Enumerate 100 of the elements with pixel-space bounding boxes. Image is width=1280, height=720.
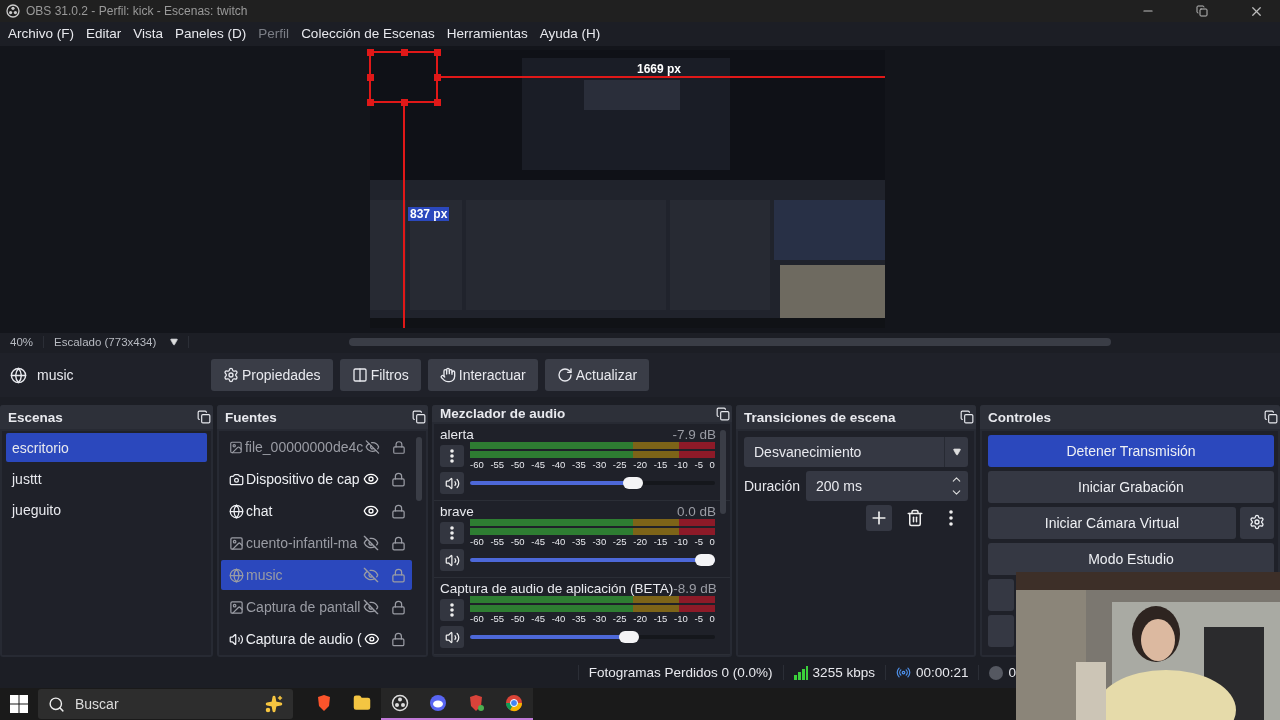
- scale-label: -55: [490, 613, 505, 625]
- search-field[interactable]: Buscar: [73, 695, 257, 713]
- volume-slider[interactable]: [470, 631, 715, 644]
- channel-menu-button[interactable]: [440, 445, 464, 468]
- taskbar-app[interactable]: [381, 688, 419, 720]
- scale-label: -5: [694, 536, 703, 548]
- source-name: Captura de audio (: [245, 631, 362, 648]
- scale-label: -45: [531, 536, 545, 548]
- undock-icon[interactable]: [197, 410, 211, 425]
- scrollbar[interactable]: [416, 437, 422, 502]
- source-name: Dispositivo de cap: [246, 471, 361, 488]
- add-button[interactable]: [866, 505, 892, 532]
- bitrate: 3255 kbps: [812, 665, 875, 681]
- control-button[interactable]: Modo Estudio: [988, 543, 1274, 576]
- channel-menu-button[interactable]: [440, 522, 464, 545]
- menu-item[interactable]: Archivo (F): [2, 26, 80, 42]
- source-item[interactable]: Captura de pantall: [221, 592, 412, 623]
- menu-item[interactable]: Vista: [127, 26, 170, 42]
- channel-name: Captura de audio de aplicación (BETA): [440, 581, 674, 597]
- eye-crossed-icon[interactable]: [363, 535, 379, 552]
- transition-dropdown[interactable]: Desvanecimiento: [744, 437, 968, 468]
- volume-reading: -8.9 dB: [673, 581, 717, 597]
- scale-label: 0: [709, 536, 715, 548]
- toolbar-button[interactable]: Filtros: [339, 359, 421, 392]
- scale-label: -35: [572, 536, 586, 548]
- gear-icon: [1249, 513, 1265, 530]
- source-name: cuento-infantil-ma: [246, 535, 359, 552]
- eye-crossed-icon[interactable]: [363, 599, 379, 616]
- slider-thumb[interactable]: [695, 554, 715, 567]
- caret-icon: [170, 337, 179, 346]
- scene-item[interactable]: escritorio: [6, 433, 207, 463]
- scale-label: -55: [490, 459, 505, 471]
- mute-button[interactable]: [440, 626, 464, 649]
- volume-slider[interactable]: [470, 477, 715, 490]
- image-icon: [229, 439, 243, 455]
- scrollbar[interactable]: [720, 430, 726, 515]
- source-item[interactable]: Dispositivo de cap: [221, 464, 412, 495]
- source-name: Captura de pantall: [246, 599, 361, 616]
- lock-icon[interactable]: [391, 631, 406, 647]
- menu-item[interactable]: Paneles (D): [169, 26, 253, 42]
- menu-item[interactable]: Colección de Escenas: [295, 26, 441, 42]
- slider-thumb[interactable]: [618, 631, 639, 644]
- control-button[interactable]: Detener Transmisión: [988, 435, 1274, 468]
- lock-icon[interactable]: [391, 471, 406, 487]
- control-button[interactable]: Iniciar Cámara Virtual: [988, 507, 1236, 540]
- scale-label: 0: [709, 613, 715, 625]
- scale-label: -35: [572, 459, 586, 471]
- windows-logo-icon[interactable]: [10, 695, 28, 713]
- settings-button[interactable]: [1240, 507, 1274, 540]
- lock-icon[interactable]: [391, 567, 406, 583]
- toolbar-button[interactable]: Interactuar: [427, 359, 538, 392]
- undock-icon[interactable]: [412, 410, 426, 425]
- source-item[interactable]: cuento-infantil-ma: [221, 528, 412, 559]
- duration-field[interactable]: 200 ms: [806, 471, 968, 502]
- lock-icon[interactable]: [391, 535, 406, 551]
- eye-crossed-icon[interactable]: [365, 439, 381, 456]
- scale-label: -50: [510, 613, 525, 625]
- undock-icon[interactable]: [716, 406, 730, 421]
- selected-source-name: music: [37, 367, 75, 384]
- scale-label: -45: [531, 459, 545, 471]
- scale-label: -5: [694, 613, 703, 625]
- source-item[interactable]: Captura de audio (: [221, 624, 412, 655]
- scale-label: -15: [653, 613, 668, 625]
- undock-icon[interactable]: [1264, 410, 1278, 425]
- source-name: file_00000000de4c: [244, 439, 364, 456]
- taskbar-app[interactable]: [495, 688, 533, 720]
- menu-item[interactable]: Herramientas: [440, 26, 534, 42]
- menu-item[interactable]: Ayuda (H): [533, 26, 607, 42]
- menu-item[interactable]: Editar: [80, 26, 128, 42]
- more-icon: [949, 510, 953, 527]
- lock-icon[interactable]: [391, 599, 406, 615]
- toolbar-button[interactable]: Actualizar: [544, 359, 650, 392]
- scale-label: -30: [592, 459, 607, 471]
- undock-icon[interactable]: [960, 410, 974, 425]
- slider-thumb[interactable]: [623, 477, 643, 490]
- scale-label: -10: [674, 459, 688, 471]
- mute-button[interactable]: [440, 549, 464, 572]
- eye-crossed-icon[interactable]: [363, 567, 379, 584]
- control-button[interactable]: Iniciar Grabación: [988, 471, 1274, 504]
- scene-item[interactable]: jueguito: [6, 495, 207, 525]
- scrollbar[interactable]: [349, 337, 1112, 346]
- lock-icon[interactable]: [391, 503, 406, 519]
- channel-menu-button[interactable]: [440, 599, 464, 622]
- mute-button[interactable]: [440, 472, 464, 495]
- lock-icon[interactable]: [392, 439, 406, 455]
- source-item[interactable]: file_00000000de4c: [221, 432, 412, 463]
- speaker-icon: [444, 475, 460, 491]
- search-box[interactable]: Buscar: [38, 689, 293, 719]
- hand-icon: [439, 367, 456, 384]
- scale-label: 0: [709, 459, 715, 471]
- source-item[interactable]: chat: [221, 496, 412, 527]
- dropped-frames: Fotogramas Perdidos 0 (0.0%): [577, 665, 783, 681]
- toolbar-button[interactable]: Propiedades: [211, 359, 333, 392]
- volume-slider[interactable]: [470, 554, 715, 567]
- scene-item[interactable]: justtt: [6, 464, 207, 494]
- duration-label: Duración: [744, 478, 801, 495]
- scale-mode-dropdown[interactable]: Escalado (773x434): [44, 335, 190, 348]
- chrome-icon: [505, 694, 523, 712]
- scale-label: -20: [633, 536, 647, 548]
- selection-frame[interactable]: [367, 48, 441, 106]
